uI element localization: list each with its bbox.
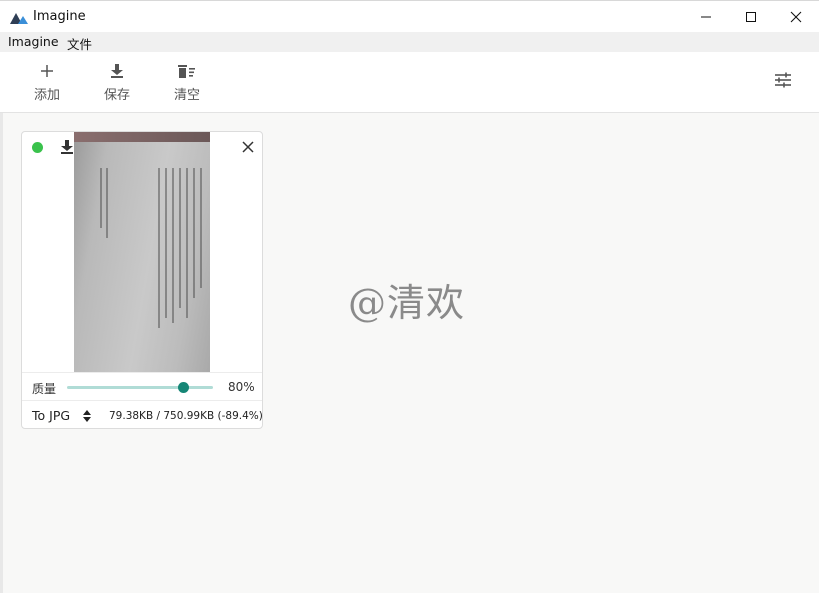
preview-text-line [165, 168, 167, 318]
clear-label: 清空 [173, 88, 200, 103]
size-info: 79.38KB / 750.99KB (-89.4%) [109, 410, 263, 422]
settings-button[interactable] [774, 72, 796, 94]
image-preview[interactable] [74, 132, 210, 372]
download-icon [111, 64, 123, 78]
quality-row: 质量 80% [22, 372, 262, 400]
maximize-button[interactable] [728, 1, 774, 33]
format-row: To JPG 79.38KB / 750.99KB (-89.4%) [22, 400, 263, 428]
preview-text-line [106, 168, 108, 238]
save-button[interactable]: 保存 [97, 64, 137, 106]
quality-value: 80% [228, 380, 255, 394]
preview-text-line [200, 168, 202, 288]
add-label: 添加 [33, 88, 60, 103]
preview-text-line [172, 168, 174, 323]
quality-slider-thumb[interactable] [178, 382, 190, 393]
preview-text-line [100, 168, 102, 228]
window-title: Imagine [33, 9, 86, 24]
minimize-icon [701, 16, 711, 18]
quality-slider-track[interactable] [67, 386, 213, 389]
preview-text-line [186, 168, 188, 318]
save-label: 保存 [103, 88, 130, 103]
download-icon[interactable] [60, 140, 74, 154]
status-dot [32, 142, 43, 153]
close-icon[interactable] [241, 140, 255, 154]
plus-icon [41, 65, 53, 77]
menu-bar: Imagine 文件 [0, 32, 819, 52]
preview-text-line [179, 168, 181, 308]
preview-text-line [158, 168, 160, 328]
watermark: @清欢 [348, 281, 466, 325]
menu-imagine[interactable]: Imagine [8, 34, 59, 49]
close-window-button[interactable] [773, 1, 819, 33]
clear-button[interactable]: 清空 [167, 64, 207, 106]
close-icon [790, 11, 802, 23]
maximize-icon [746, 12, 756, 22]
toolbar: 添加 保存 清空 [0, 52, 819, 113]
preview-corner [74, 132, 210, 142]
menu-file[interactable]: 文件 [67, 34, 92, 53]
format-select[interactable]: To JPG [32, 408, 70, 423]
mountain-logo-icon [10, 13, 28, 24]
quality-label: 质量 [32, 382, 57, 396]
preview-text-line [193, 168, 195, 298]
minimize-button[interactable] [683, 1, 729, 33]
add-button[interactable]: 添加 [27, 64, 67, 106]
sliders-icon [775, 72, 791, 88]
clear-all-icon [178, 65, 195, 78]
title-bar: Imagine [0, 0, 819, 32]
sort-arrows-icon[interactable] [82, 408, 92, 424]
image-card: 质量 80% To JPG 79.38KB / 750.99KB (-89.4%… [21, 131, 263, 429]
